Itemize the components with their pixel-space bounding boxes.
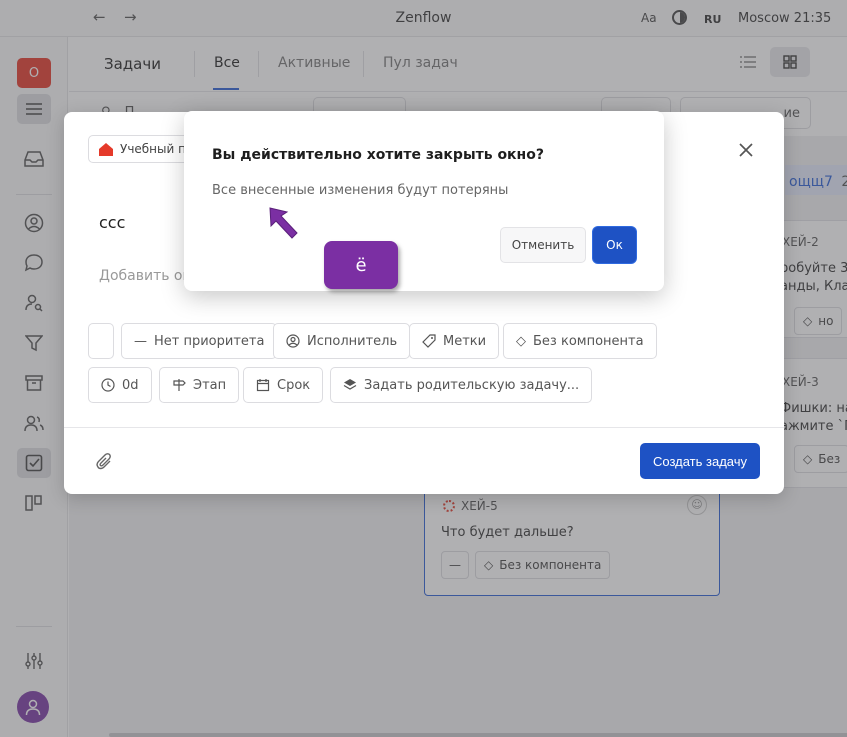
task-title-input[interactable]: ссс [99,213,125,232]
parent-task-chip[interactable]: Задать родительскую задачу... [330,367,593,403]
create-task-button[interactable]: Создать задачу [640,443,760,479]
stage-label: Этап [193,377,227,393]
labels-label: Метки [443,333,487,349]
pointer-arrow-icon [269,207,298,239]
assignee-chip[interactable]: Исполнитель [273,323,411,359]
calendar-icon [256,379,270,392]
paperclip-icon[interactable] [96,452,114,472]
layers-icon [343,379,357,390]
signpost-icon [173,379,186,391]
parent-task-label: Задать родительскую задачу... [364,377,580,393]
tag-icon [422,334,436,348]
priority-chip[interactable]: — Нет приоритета [121,323,278,359]
assignee-label: Исполнитель [307,333,398,349]
modal-divider [64,427,784,428]
description-input[interactable]: Добавить оп [99,268,192,284]
clock-icon [101,378,115,392]
due-date-label: Срок [277,377,311,393]
user-circle-icon [286,334,300,348]
close-confirm-dialog: Вы действительно хотите закрыть окно? Вс… [184,111,664,291]
priority-label: Нет приоритета [154,333,265,349]
diamond-icon: ◇ [516,333,526,349]
status-chip[interactable] [88,323,114,359]
estimate-chip[interactable]: 0d [88,367,152,403]
project-label: Учебный п [120,142,186,156]
dialog-message: Все внесенные изменения будут потеряны [212,183,509,198]
key-press-badge: ё [324,241,398,289]
project-selector[interactable]: Учебный п [88,135,192,163]
ok-button[interactable]: Ок [593,227,636,263]
close-icon[interactable] [736,140,756,160]
stage-chip[interactable]: Этап [159,367,240,403]
dash-icon: — [134,333,147,349]
cancel-button[interactable]: Отменить [500,227,586,263]
home-icon [99,142,113,156]
estimate-label: 0d [122,377,139,393]
component-chip[interactable]: ◇ Без компонента [503,323,657,359]
dialog-title: Вы действительно хотите закрыть окно? [212,147,544,163]
due-date-chip[interactable]: Срок [243,367,324,403]
component-label: Без компонента [533,333,644,349]
labels-chip[interactable]: Метки [409,323,500,359]
